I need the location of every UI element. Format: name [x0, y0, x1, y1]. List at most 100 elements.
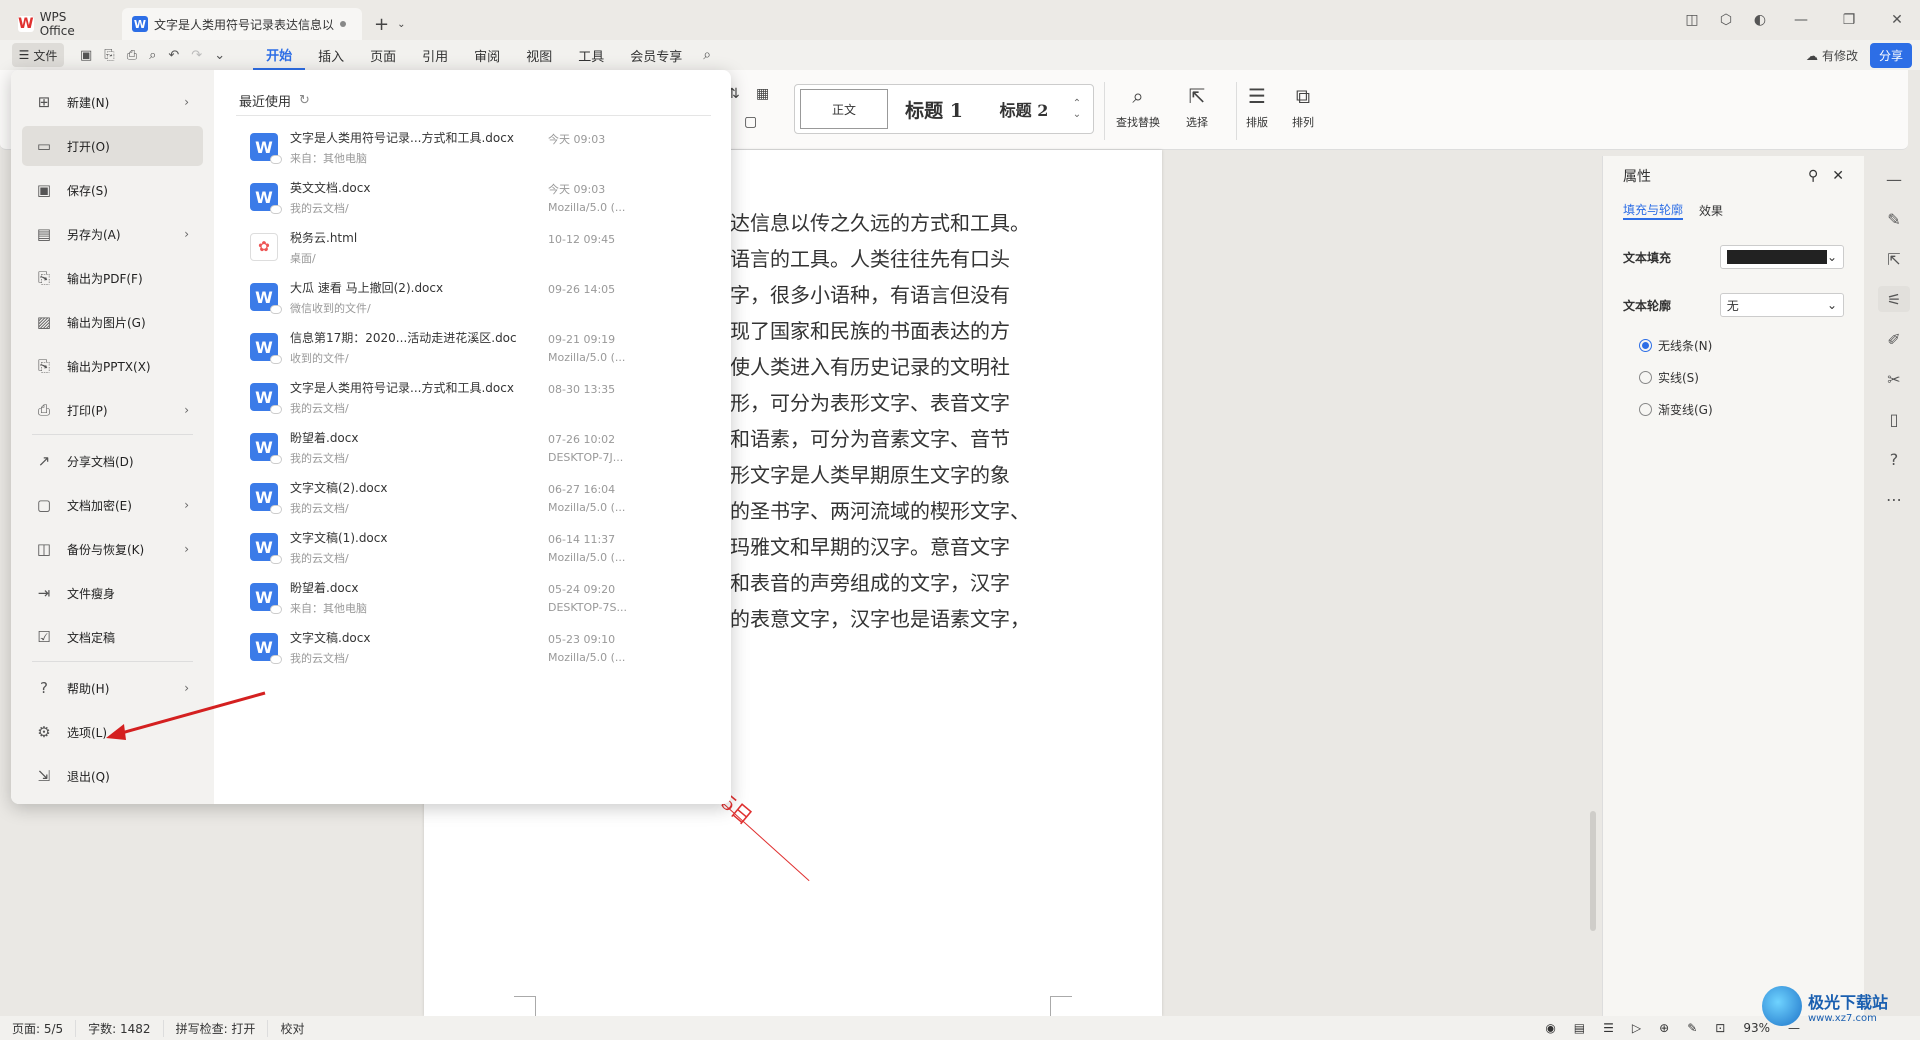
file-menu-item[interactable]: ⊞ 新建(N) ›	[22, 82, 203, 122]
file-menu-item[interactable]: ⎘ 输出为PPTX(X)	[22, 346, 203, 386]
border-icon[interactable]: ▢	[744, 114, 757, 138]
modified-button[interactable]: ☁ 有修改	[1806, 47, 1858, 64]
recent-file-row[interactable]: W 大瓜 速看 马上撤回(2).docx 微信收到的文件/09-26 14:05	[236, 272, 716, 322]
tab-wps-office[interactable]: W WPS Office	[8, 8, 114, 40]
tab-home[interactable]: 开始	[253, 40, 306, 70]
avatar[interactable]: ◐	[1744, 4, 1776, 36]
recent-file-row[interactable]: W 文字文稿(1).docx 我的云文档/06-14 11:37 Mozilla/5.…	[236, 522, 716, 572]
style-heading2[interactable]: 标题 2	[980, 89, 1068, 129]
tab-tools[interactable]: 工具	[565, 40, 617, 70]
book-icon[interactable]: ▯	[1878, 406, 1910, 432]
help-icon[interactable]: ?	[1878, 446, 1910, 472]
recent-file-row[interactable]: W 盼望着.docx 来自：其他电脑 05-24 09:20 DESKTOP-7S...	[236, 572, 716, 622]
page-count[interactable]: 页面: 5/5	[0, 1019, 77, 1037]
style-icon[interactable]: ✐	[1878, 326, 1910, 352]
search-icon[interactable]: ⌕	[703, 47, 711, 63]
fit-icon[interactable]: ⊡	[1715, 1021, 1725, 1035]
tab-references[interactable]: 引用	[409, 40, 461, 70]
file-menu-item[interactable]: ▨ 输出为图片(G)	[22, 302, 203, 342]
preview-icon[interactable]: ⌕	[149, 48, 156, 63]
restore-button[interactable]: ❐	[1826, 4, 1872, 36]
close-icon[interactable]: ✕	[1832, 168, 1844, 184]
close-button[interactable]: ✕	[1874, 4, 1920, 36]
file-menu-item[interactable]: ⇥ 文件瘦身	[22, 573, 203, 613]
pen-icon[interactable]: ✎	[1878, 206, 1910, 232]
file-menu-item[interactable]: ▢ 文档加密(E) ›	[22, 485, 203, 525]
file-menu-item[interactable]: ▣ 保存(S)	[22, 170, 203, 210]
cursor-icon[interactable]: ⇱	[1878, 246, 1910, 272]
find-replace-button[interactable]: ⌕ 查找替换	[1116, 84, 1160, 130]
document-body[interactable]: 达信息以传之久远的方式和工具。 语言的工具。人类往往先有口头 字，很多小语种，有…	[730, 205, 1070, 637]
file-menu-item[interactable]: ⇲ 退出(Q)	[22, 756, 203, 796]
panel-title[interactable]: 属性	[1623, 166, 1651, 186]
file-menu-item[interactable]: ◫ 备份与恢复(K) ›	[22, 529, 203, 569]
properties-icon[interactable]: ⚟	[1878, 286, 1910, 312]
arrange-button[interactable]: ⧉ 排列	[1292, 84, 1314, 130]
more-icon[interactable]: ⋯	[1878, 486, 1910, 512]
tab-insert[interactable]: 插入	[305, 40, 357, 70]
refresh-icon[interactable]: ↻	[299, 93, 310, 108]
recent-file-row[interactable]: W 文字文稿.docx 我的云文档/05-23 09:10 Mozilla/5.0 (…	[236, 622, 716, 672]
text-fill-label[interactable]: 文本填充	[1623, 249, 1720, 266]
export-icon[interactable]: ⎘	[104, 48, 114, 63]
vertical-scrollbar[interactable]	[1586, 156, 1600, 1006]
recent-file-row[interactable]: W 文字是人类用符号记录...方式和工具.docx 我的云文档/08-30 13:3…	[236, 372, 716, 422]
new-tab-button[interactable]: + ⌄	[362, 8, 417, 40]
proofread[interactable]: 校对	[268, 1020, 316, 1037]
layout-button[interactable]: ☰ 排版	[1246, 84, 1268, 130]
tab-member[interactable]: 会员专享	[617, 40, 695, 70]
scrollbar-thumb[interactable]	[1590, 811, 1596, 931]
pin-icon[interactable]: ⚲	[1808, 168, 1818, 184]
file-menu-item[interactable]: ▤ 另存为(A) ›	[22, 214, 203, 254]
eye-icon[interactable]: ◉	[1545, 1021, 1555, 1035]
cube-icon[interactable]: ⬡	[1710, 4, 1742, 36]
text-outline-label[interactable]: 文本轮廓	[1623, 297, 1720, 314]
tab-review[interactable]: 审阅	[461, 40, 513, 70]
tab-view[interactable]: 视图	[513, 40, 565, 70]
tab-page[interactable]: 页面	[357, 40, 409, 70]
doc-line: 语言的工具。人类往往先有口头	[730, 247, 1010, 271]
spell-check[interactable]: 拼写检查: 打开	[164, 1019, 269, 1037]
print-icon[interactable]: ⎙	[127, 48, 137, 63]
share-button[interactable]: 分享	[1869, 43, 1912, 68]
tab-document[interactable]: W 文字是人类用符号记录表达信息以传	[122, 8, 362, 40]
play-icon[interactable]: ▷	[1632, 1021, 1641, 1035]
tools-icon[interactable]: ✂	[1878, 366, 1910, 392]
text-fill-dropdown[interactable]: ⌄	[1719, 245, 1844, 269]
style-heading1[interactable]: 标题 1	[888, 89, 980, 129]
recent-file-row[interactable]: W 盼望着.docx 我的云文档/07-26 10:02 DESKTOP-7J...	[236, 422, 716, 472]
web-view-icon[interactable]: ⊕	[1659, 1021, 1669, 1035]
recent-file-row[interactable]: W 信息第17期：2020...活动走进花溪区.doc 收到的文件/09-21 09…	[236, 322, 716, 372]
recent-file-row[interactable]: ✿ 税务云.html 桌面/10-12 09:45	[236, 222, 716, 272]
recent-file-row[interactable]: W 文字文稿(2).docx 我的云文档/06-27 16:04 Mozilla/5.…	[236, 472, 716, 522]
radio-solid-line[interactable]: 实线(S)	[1603, 368, 1864, 386]
pen-icon[interactable]: ✎	[1687, 1021, 1697, 1035]
file-menu-item[interactable]: ⎙ 打印(P) ›	[22, 390, 203, 430]
style-normal[interactable]: 正文	[800, 89, 888, 129]
file-menu-item[interactable]: ↗ 分享文档(D)	[22, 441, 203, 481]
tab-fill-outline[interactable]: 填充与轮廓	[1623, 201, 1684, 220]
redo-icon[interactable]: ↷	[191, 48, 202, 63]
file-menu-button[interactable]: ☰ 文件	[12, 43, 64, 67]
table-icon[interactable]: ▦	[756, 86, 769, 110]
tab-effect[interactable]: 效果	[1699, 202, 1723, 219]
undo-icon[interactable]: ↶	[168, 48, 179, 63]
layout-icon[interactable]: ◫	[1676, 4, 1708, 36]
minimize-button[interactable]: —	[1778, 4, 1824, 36]
file-menu-item[interactable]: ⎘ 输出为PDF(F)	[22, 258, 203, 298]
file-menu-item[interactable]: ☑ 文档定稿	[22, 617, 203, 657]
page-view-icon[interactable]: ▤	[1574, 1021, 1585, 1035]
recent-file-row[interactable]: W 文字是人类用符号记录...方式和工具.docx 来自：其他电脑 今天 09:03	[236, 122, 716, 172]
chevron-down-icon[interactable]: ⌄	[214, 48, 225, 63]
radio-gradient-line[interactable]: 渐变线(G)	[1603, 400, 1864, 418]
radio-no-line[interactable]: 无线条(N)	[1603, 336, 1864, 354]
recent-file-row[interactable]: W 英文文档.docx 我的云文档/今天 09:03 Mozilla/5.0 (...	[236, 172, 716, 222]
outline-view-icon[interactable]: ☰	[1603, 1021, 1614, 1035]
collapse-icon[interactable]: —	[1878, 166, 1910, 192]
save-icon[interactable]: ▣	[80, 48, 92, 63]
select-button[interactable]: ⇱ 选择	[1186, 84, 1208, 130]
file-menu-item[interactable]: ▭ 打开(O)	[22, 126, 203, 166]
word-count[interactable]: 字数: 1482	[76, 1019, 164, 1037]
style-scroll[interactable]: ⌃ ⌄	[1068, 98, 1086, 120]
text-outline-dropdown[interactable]: 无 ⌄	[1719, 293, 1844, 317]
